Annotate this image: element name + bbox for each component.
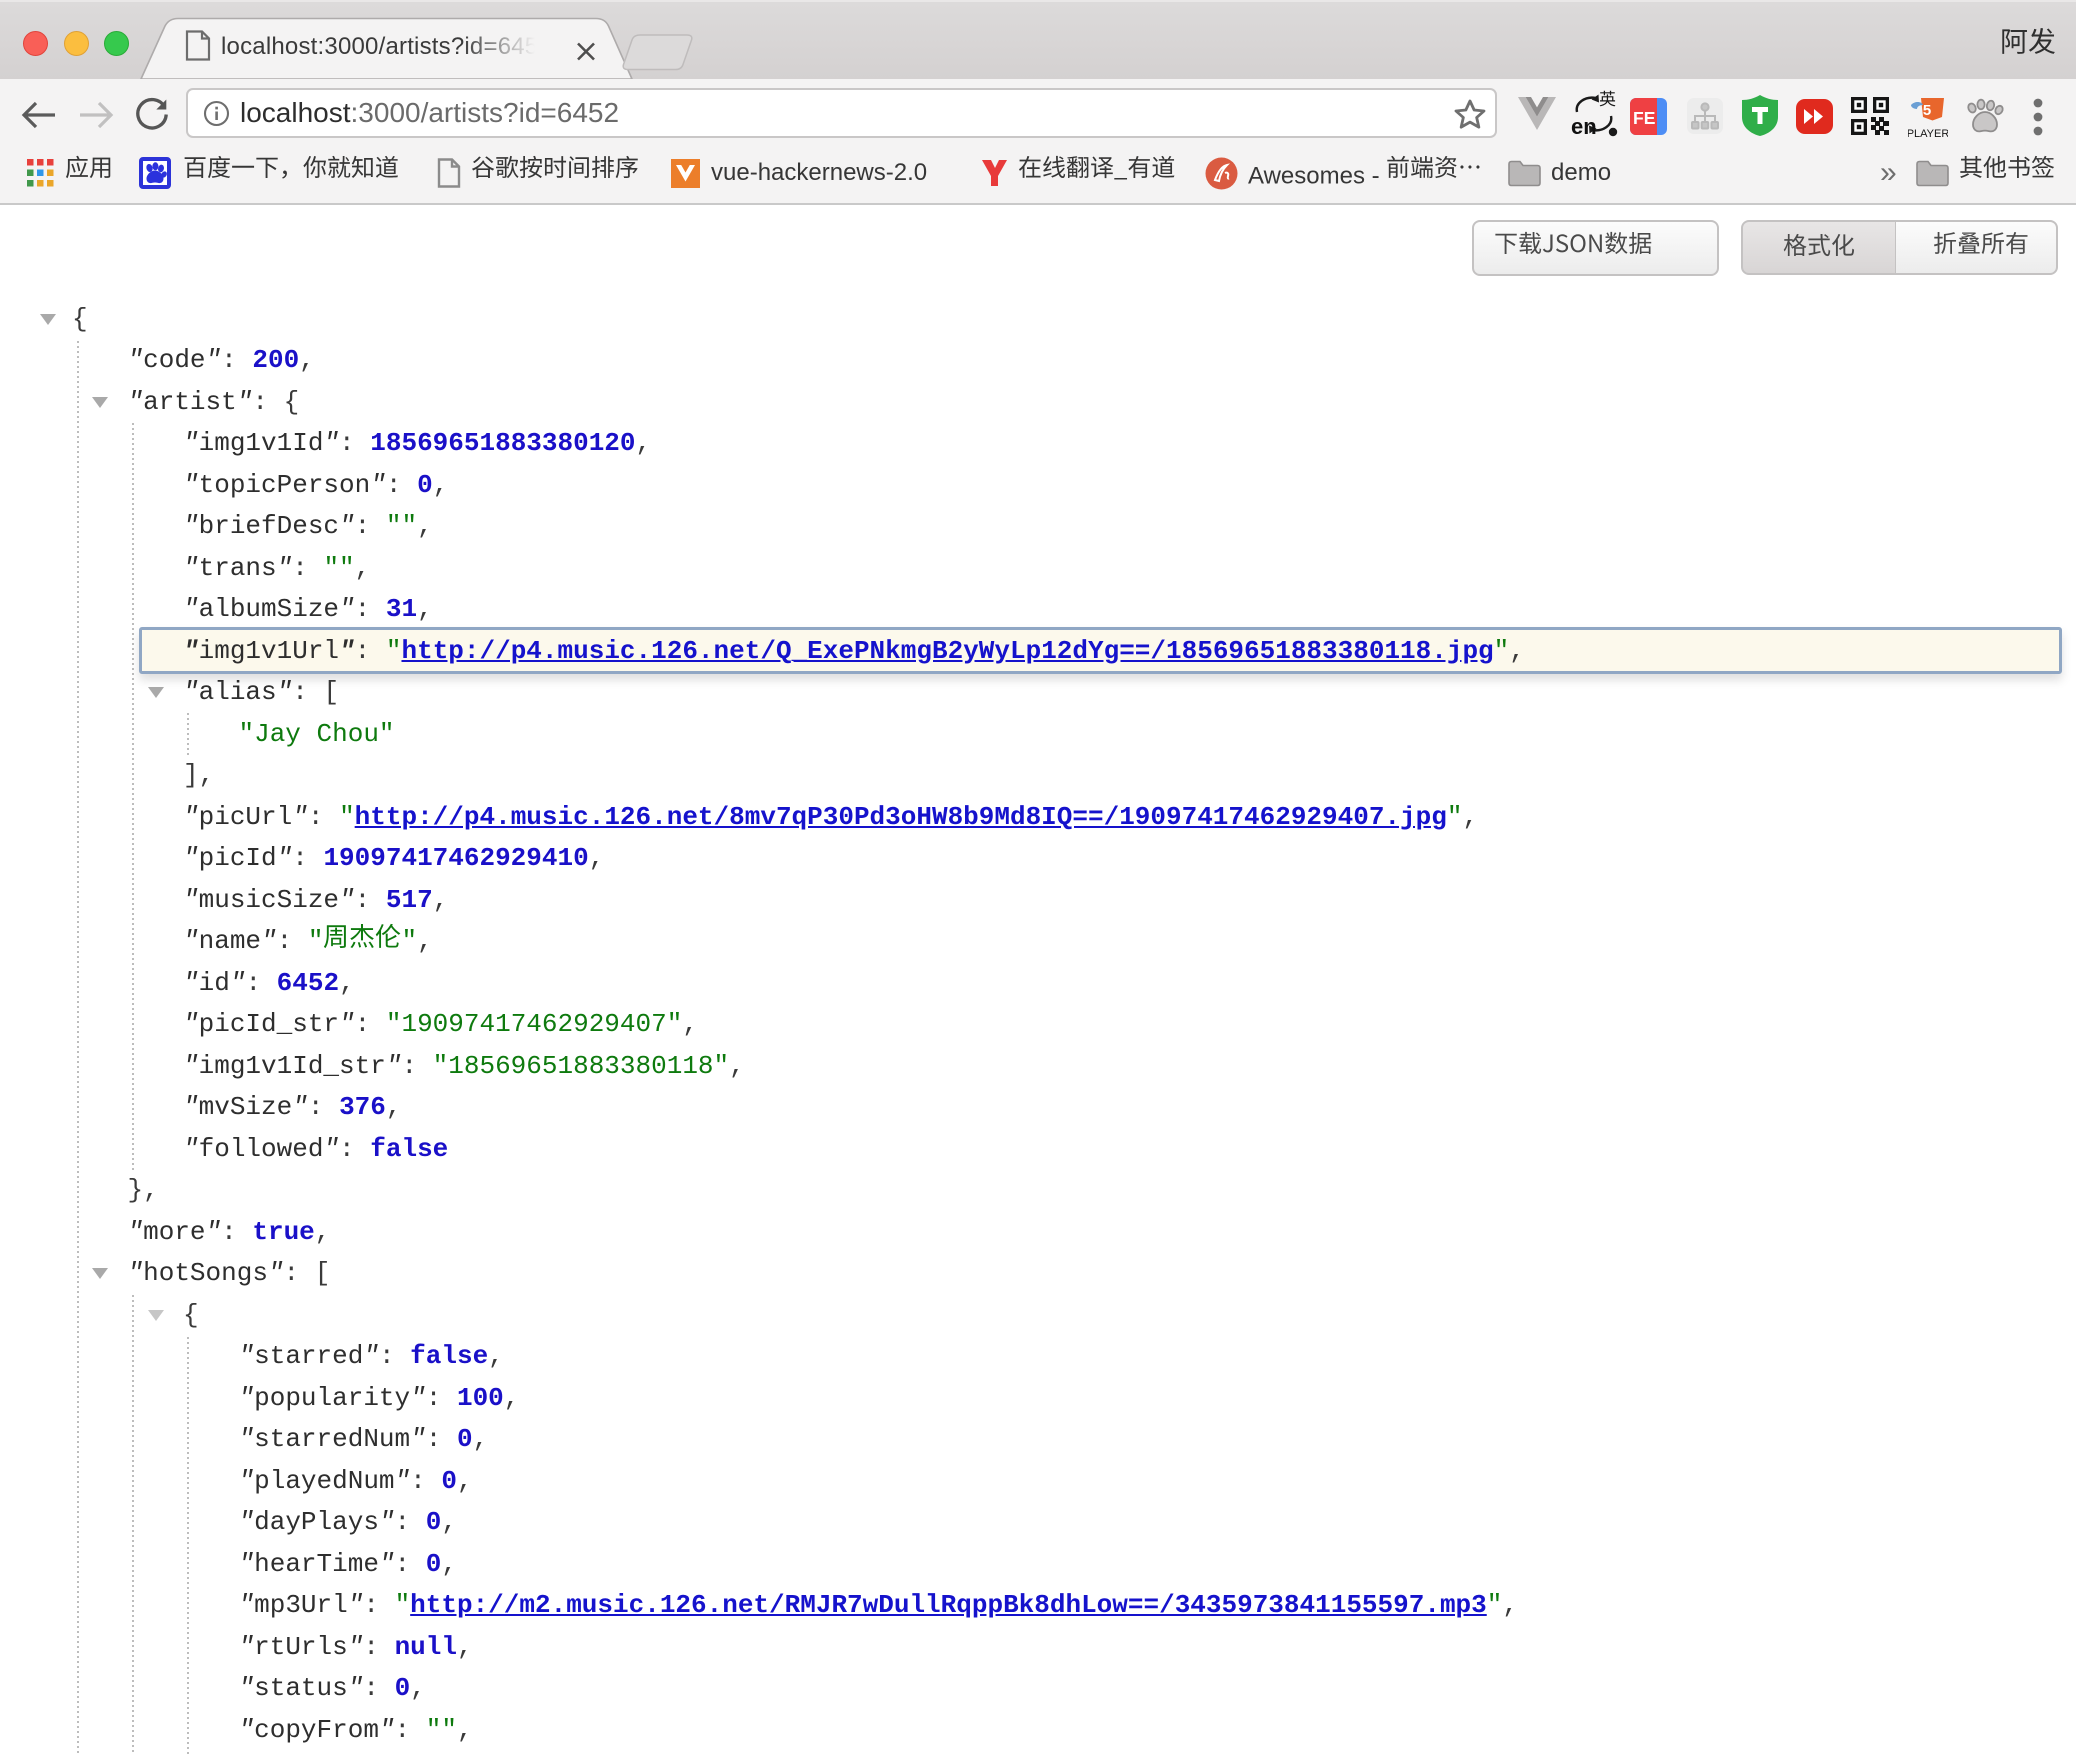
svg-text:PLAYER: PLAYER (1908, 128, 1948, 139)
svg-text:5: 5 (1923, 102, 1931, 119)
svg-text:en: en (1571, 114, 1597, 139)
svg-text:FE: FE (1633, 108, 1655, 128)
